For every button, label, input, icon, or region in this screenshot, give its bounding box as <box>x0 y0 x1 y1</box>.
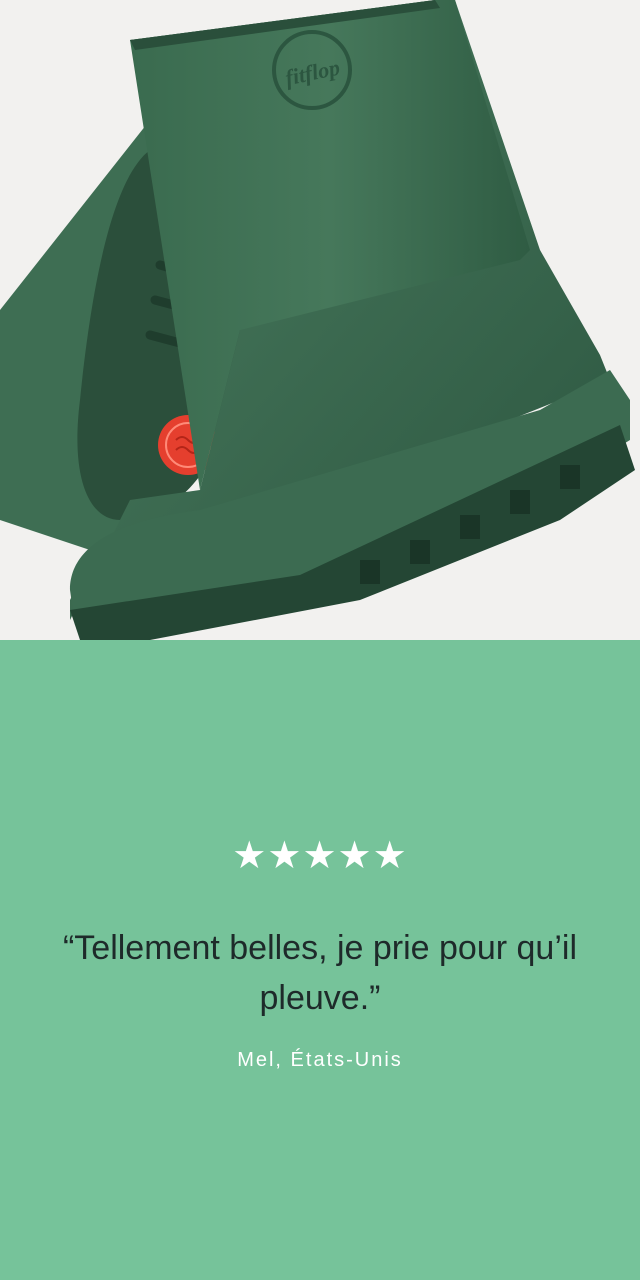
star-icon: ★ <box>372 835 408 877</box>
product-photo: fitflop <box>0 0 640 640</box>
rating-stars: ★★★★★ <box>0 836 640 876</box>
star-icon: ★ <box>232 835 268 877</box>
star-icon: ★ <box>302 835 338 877</box>
star-icon: ★ <box>337 835 373 877</box>
review-author: Mel, États-Unis <box>237 1049 403 1071</box>
review-section: ★★★★★ “Tellement belles, je prie pour qu… <box>0 640 640 1280</box>
star-icon: ★ <box>267 835 303 877</box>
review-quote: “Tellement belles, je prie pour qu’il pl… <box>62 929 578 1017</box>
